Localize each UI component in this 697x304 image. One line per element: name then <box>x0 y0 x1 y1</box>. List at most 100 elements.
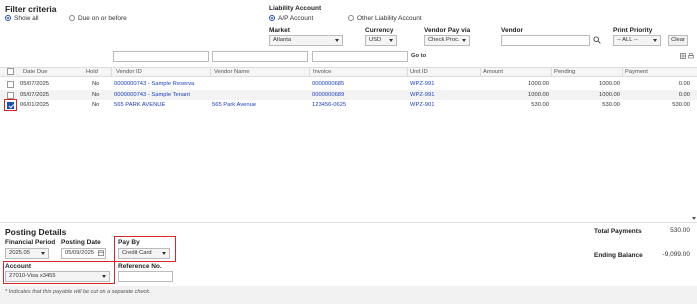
vendor-id-link[interactable]: 0000000743 - Sample Reserva <box>114 79 194 89</box>
print-priority-select[interactable]: -- ALL -- <box>613 35 661 46</box>
column-header-payment[interactable]: Payment <box>625 68 648 76</box>
amount-cell: 530.00 <box>531 102 549 108</box>
goto-button[interactable]: Go to <box>411 53 426 59</box>
table-header: Date Due Hold Vendor ID Vendor Name Invo… <box>0 67 697 77</box>
pay-by-highlight <box>114 236 176 262</box>
invoice-filter-input[interactable] <box>312 51 408 62</box>
chevron-down-icon <box>41 252 45 255</box>
hold-cell: No <box>92 81 100 87</box>
clear-button[interactable]: Clear <box>668 35 688 46</box>
date-due-cell: 05/07/2025 <box>20 81 50 87</box>
show-all-radio[interactable]: Show all <box>5 15 39 22</box>
ap-account-radio[interactable]: A/P Account <box>269 15 313 22</box>
currency-label: Currency <box>365 27 394 34</box>
divider <box>0 222 697 223</box>
financial-period-label: Financial Period <box>5 239 56 246</box>
pending-cell: 1000.00 <box>599 92 620 98</box>
posting-date-value: 05/09/2025 <box>65 250 95 256</box>
radio-selected-icon <box>5 15 11 22</box>
reference-no-input[interactable] <box>118 271 173 282</box>
grid-settings-icon[interactable] <box>680 53 686 59</box>
print-icon[interactable] <box>688 53 694 59</box>
select-all-checkbox[interactable] <box>7 68 14 75</box>
vendor-name-filter-input[interactable] <box>212 51 308 62</box>
due-on-or-before-label: Due on or before <box>78 15 127 22</box>
table-row[interactable]: 06/01/2025 No 565 PARK AVENUE 565 Park A… <box>0 100 697 110</box>
chevron-down-icon <box>389 39 393 42</box>
print-priority-label: Print Priority <box>613 27 653 34</box>
payment-cell[interactable]: 0.00 <box>679 90 690 100</box>
amount-cell: 1000.00 <box>528 92 549 98</box>
show-all-label: Show all <box>14 15 39 22</box>
column-header-date-due[interactable]: Date Due <box>23 68 48 76</box>
chevron-down-icon <box>653 39 657 42</box>
unit-id-link[interactable]: WPZ-901 <box>410 100 434 110</box>
total-payments-label: Total Payments <box>594 228 642 235</box>
unit-id-link[interactable]: WPZ-991 <box>410 90 434 100</box>
reference-no-label: Reference No. <box>118 263 162 270</box>
footer-note: * Indicates that this payable will be cu… <box>5 289 151 295</box>
vendor-id-link[interactable]: 0000000743 - Sample Tenant <box>114 90 190 100</box>
vendor-id-filter-input[interactable] <box>113 51 209 62</box>
column-header-pending[interactable]: Pending <box>554 68 575 76</box>
pending-cell: 1000.00 <box>599 81 620 87</box>
due-on-or-before-radio[interactable]: Due on or before <box>69 15 127 22</box>
other-liability-label: Other Liability Account <box>357 15 422 22</box>
ap-account-label: A/P Account <box>278 15 314 22</box>
invoice-link[interactable]: 0000000685 <box>312 79 344 89</box>
table-row[interactable]: 05/07/2025 No 0000000743 - Sample Tenant… <box>0 90 697 100</box>
print-priority-value: -- ALL -- <box>617 37 638 43</box>
vendor-label: Vendor <box>501 27 524 34</box>
invoice-link[interactable]: 0000000689 <box>312 90 344 100</box>
hold-cell: No <box>92 102 100 108</box>
pending-cell: 530.00 <box>602 102 620 108</box>
market-value: Atlanta <box>273 37 292 43</box>
column-header-invoice[interactable]: Invoice <box>313 68 331 76</box>
total-payments-value: 530.00 <box>670 227 690 234</box>
account-highlight <box>3 261 115 284</box>
financial-period-value: 2025.05 <box>9 250 30 256</box>
scroll-down-icon[interactable] <box>692 217 696 220</box>
radio-selected-icon <box>269 15 275 22</box>
other-liability-radio[interactable]: Other Liability Account <box>348 15 422 22</box>
financial-period-select[interactable]: 2025.05 <box>5 248 49 259</box>
column-header-vendor-name[interactable]: Vendor Name <box>214 68 249 76</box>
vendor-pay-via-label: Vendor Pay via <box>424 27 471 34</box>
invoice-link[interactable]: 123456-0625 <box>312 100 346 110</box>
date-due-cell: 06/01/2025 <box>20 102 50 108</box>
row-checkbox[interactable] <box>7 91 14 99</box>
hold-cell: No <box>92 92 100 98</box>
posting-date-label: Posting Date <box>61 239 101 246</box>
vendor-name-link[interactable]: 565 Park Avenue <box>212 100 256 110</box>
vendor-input[interactable] <box>501 35 590 46</box>
radio-unselected-icon <box>348 15 354 22</box>
currency-value: USD <box>369 37 382 43</box>
amount-cell: 1000.00 <box>528 81 549 87</box>
vendor-pay-via-select[interactable]: Check Proc. <box>424 35 470 46</box>
chevron-down-icon <box>335 39 339 42</box>
currency-select[interactable]: USD <box>365 35 397 46</box>
table-row[interactable]: 05/07/2025 No 0000000743 - Sample Reserv… <box>0 79 697 89</box>
market-label: Market <box>269 27 290 34</box>
checkbox-highlight <box>4 99 17 111</box>
unit-id-link[interactable]: WPZ-991 <box>410 79 434 89</box>
vendor-id-link[interactable]: 565 PARK AVENUE <box>114 100 165 110</box>
ending-balance-value: -9,099.00 <box>662 251 690 258</box>
column-header-unit-id[interactable]: Unit ID <box>410 68 428 76</box>
vendor-pay-via-value: Check Proc. <box>428 37 460 43</box>
calendar-icon[interactable] <box>98 250 104 256</box>
market-select[interactable]: Atlanta <box>269 35 343 46</box>
payment-cell[interactable]: 530.00 <box>672 100 690 110</box>
chevron-down-icon <box>462 39 466 42</box>
ending-balance-label: Ending Balance <box>594 252 643 259</box>
column-header-amount[interactable]: Amount <box>483 68 503 76</box>
radio-unselected-icon <box>69 15 75 22</box>
search-icon[interactable] <box>593 36 601 44</box>
date-due-cell: 05/07/2025 <box>20 92 50 98</box>
payment-cell[interactable]: 0.00 <box>679 79 690 89</box>
liability-account-title: Liability Account <box>269 5 322 12</box>
row-checkbox[interactable] <box>7 80 14 88</box>
column-header-hold[interactable]: Hold <box>86 68 98 76</box>
filter-criteria-title: Filter criteria <box>5 4 57 14</box>
column-header-vendor-id[interactable]: Vendor ID <box>116 68 142 76</box>
